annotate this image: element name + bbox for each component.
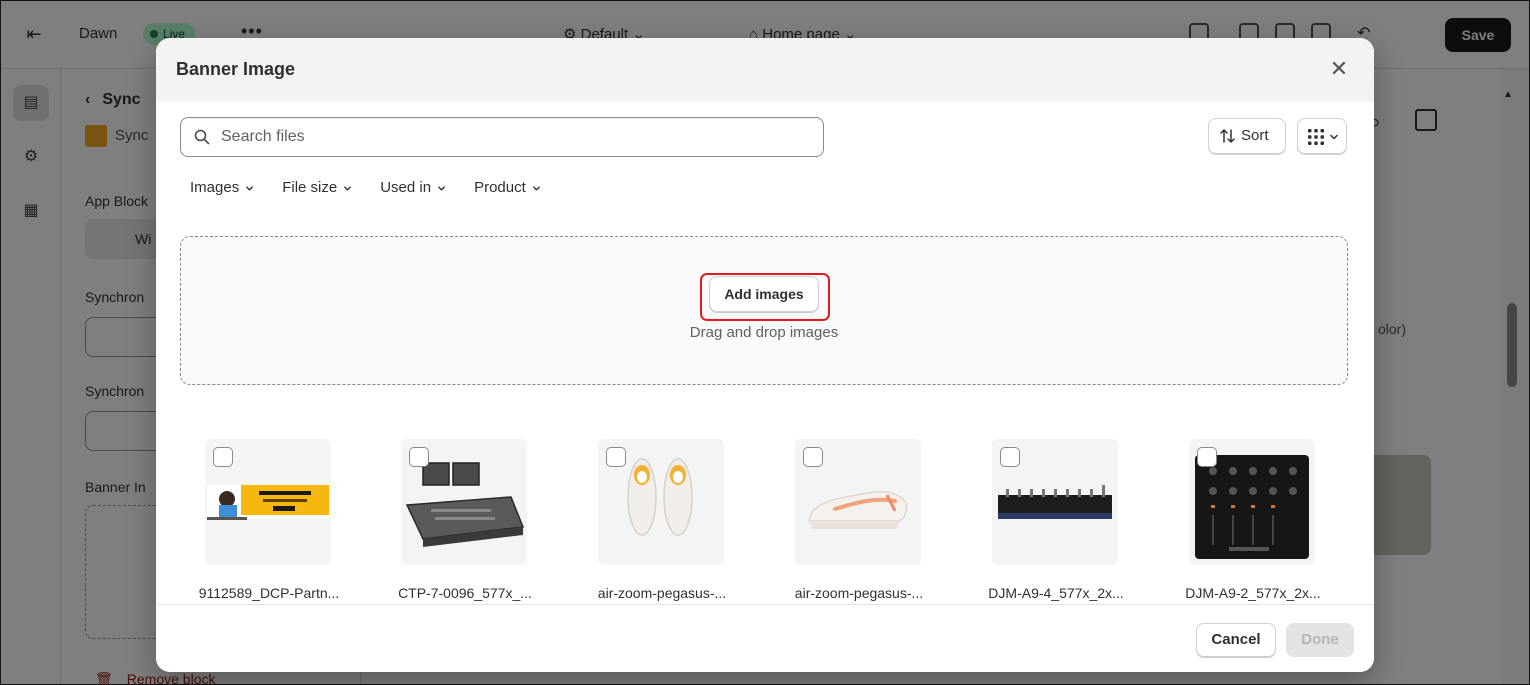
- file-name: CTP-7-0096_577x_...: [398, 585, 532, 601]
- upload-dropzone[interactable]: Add images Drag and drop images: [180, 236, 1348, 385]
- filter-label: Product: [474, 179, 526, 196]
- file-name: DJM-A9-2_577x_2x...: [1185, 585, 1321, 601]
- file-checkbox[interactable]: [213, 447, 233, 467]
- file-name: DJM-A9-4_577x_2x...: [988, 585, 1124, 601]
- filter-file-size[interactable]: File size: [272, 174, 362, 202]
- chevron-down-icon: [1330, 134, 1338, 140]
- file-name: air-zoom-pegasus-...: [597, 585, 727, 601]
- file-card[interactable]: 9112589_DCP-Partn...: [186, 439, 352, 603]
- filter-used-in[interactable]: Used in: [370, 174, 456, 202]
- file-checkbox[interactable]: [409, 447, 429, 467]
- file-checkbox[interactable]: [1197, 447, 1217, 467]
- chevron-down-icon: [438, 186, 445, 191]
- modal-footer: Cancel Done: [156, 604, 1374, 672]
- file-name: 9112589_DCP-Partn...: [198, 585, 340, 601]
- done-button[interactable]: Done: [1286, 623, 1354, 657]
- filter-images[interactable]: Images: [180, 174, 264, 202]
- filter-product[interactable]: Product: [464, 174, 551, 202]
- cancel-button[interactable]: Cancel: [1196, 623, 1276, 657]
- view-toggle-button[interactable]: [1297, 118, 1347, 154]
- sort-icon: [1220, 129, 1235, 143]
- file-checkbox[interactable]: [606, 447, 626, 467]
- add-images-button[interactable]: Add images: [709, 276, 819, 312]
- modal-header: Banner Image ✕: [156, 38, 1374, 102]
- filter-bar: Images File size Used in Product: [180, 174, 551, 202]
- chevron-down-icon: [246, 186, 254, 191]
- search-input[interactable]: [221, 118, 811, 156]
- filter-label: Used in: [380, 179, 432, 196]
- chevron-down-icon: [532, 186, 540, 191]
- dropzone-hint: Drag and drop images: [689, 324, 839, 341]
- file-checkbox[interactable]: [1000, 447, 1020, 467]
- sort-button[interactable]: Sort: [1208, 118, 1286, 154]
- file-card[interactable]: air-zoom-pegasus-...: [776, 439, 942, 603]
- sort-label: Sort: [1241, 127, 1269, 144]
- file-card[interactable]: air-zoom-pegasus-...: [579, 439, 745, 603]
- modal-title: Banner Image: [176, 59, 296, 79]
- file-card[interactable]: CTP-7-0096_577x_...: [382, 439, 548, 603]
- file-picker-modal: Banner Image ✕ Sort Images File size: [156, 38, 1374, 672]
- file-grid: 9112589_DCP-Partn... CTP-7-0096_577x_...: [186, 439, 1356, 603]
- search-icon: [194, 129, 210, 145]
- grid-view-icon: [1308, 129, 1324, 145]
- file-card[interactable]: DJM-A9-4_577x_2x...: [973, 439, 1139, 603]
- file-card[interactable]: DJM-A9-2_577x_2x...: [1170, 439, 1336, 603]
- filter-label: Images: [190, 179, 240, 196]
- filter-label: File size: [282, 179, 338, 196]
- search-field[interactable]: [180, 117, 824, 157]
- file-checkbox[interactable]: [803, 447, 823, 467]
- close-icon[interactable]: ✕: [1326, 56, 1352, 82]
- chevron-down-icon: [344, 186, 352, 191]
- file-name: air-zoom-pegasus-...: [794, 585, 924, 601]
